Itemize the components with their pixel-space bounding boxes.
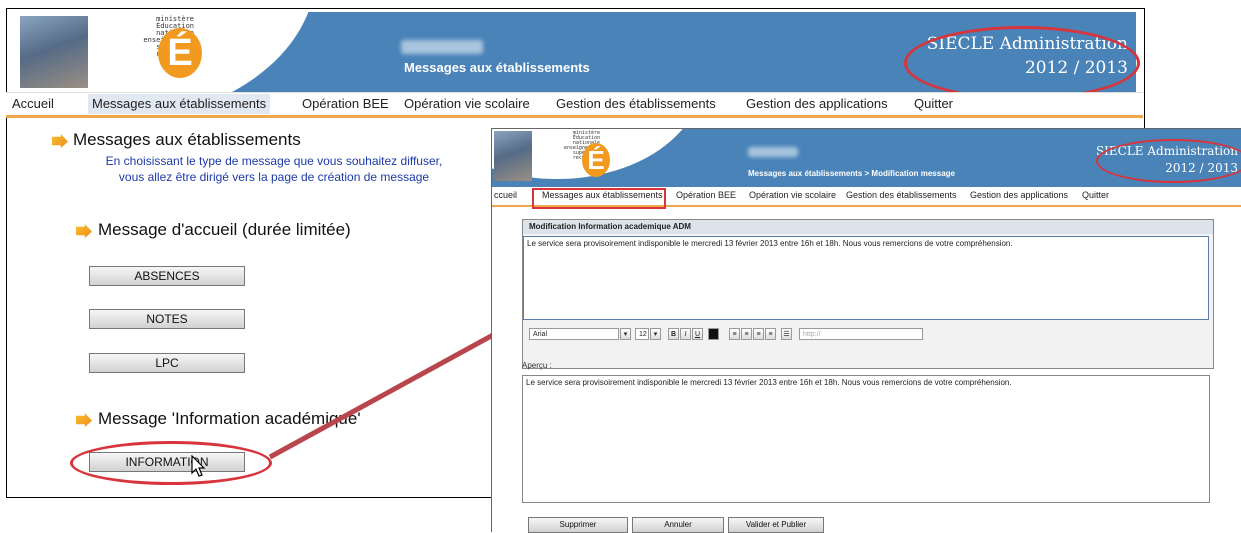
notes-button[interactable]: NOTES [89, 309, 245, 329]
annotation-box-messages [532, 188, 666, 209]
menu-item-operation-bee[interactable]: Opération BEE [302, 96, 389, 111]
edit-panel: Modification Information academique ADM … [522, 219, 1214, 369]
underline-button[interactable]: U [692, 328, 703, 340]
menu2-item-etablissements[interactable]: Gestion des établissements [846, 190, 957, 200]
menu2-item-quitter[interactable]: Quitter [1082, 190, 1109, 200]
intro-line-1: En choisissant le type de message que vo… [105, 154, 443, 168]
ministry-logo-icon: É [158, 28, 202, 78]
align-left-icon[interactable]: ≡ [729, 328, 740, 340]
annotation-ellipse-header-small [1096, 139, 1241, 183]
menu2-item-vie-scolaire[interactable]: Opération vie scolaire [749, 190, 836, 200]
align-right-icon[interactable]: ≡ [753, 328, 764, 340]
header-photo-small [494, 131, 532, 181]
mouse-cursor-icon [191, 455, 206, 477]
align-center-icon[interactable]: ≡ [741, 328, 752, 340]
menu-item-etablissements[interactable]: Gestion des établissements [556, 96, 716, 111]
preview-area: Le service sera provisoirement indisponi… [522, 375, 1210, 503]
header-title: Messages aux établissements [404, 60, 590, 75]
intro-line-2: vous allez être dirigé vers la page de c… [118, 170, 430, 184]
lpc-button[interactable]: LPC [89, 353, 245, 373]
menu2-item-operation-bee[interactable]: Opération BEE [676, 190, 736, 200]
page-title: Messages aux établissements [73, 130, 301, 149]
menu-item-accueil[interactable]: Accueil [12, 96, 54, 111]
welcome-section-title: Message d'accueil (durée limitée) [98, 220, 351, 239]
color-picker-icon[interactable] [708, 328, 719, 340]
menu-item-applications[interactable]: Gestion des applications [746, 96, 888, 111]
edit-panel-title: Modification Information academique ADM [523, 220, 1213, 234]
annotation-ellipse-header [904, 26, 1140, 100]
menu-item-quitter[interactable]: Quitter [914, 96, 953, 111]
font-select[interactable]: Arial [529, 328, 619, 340]
italic-button[interactable]: I [680, 328, 691, 340]
menu-item-vie-scolaire[interactable]: Opération vie scolaire [404, 96, 530, 111]
ministry-logo-icon-small: É [582, 143, 610, 177]
size-select[interactable]: 12 [635, 328, 649, 340]
absences-button[interactable]: ABSENCES [89, 266, 245, 286]
main-menu: Accueil Messages aux établissements Opér… [6, 92, 1143, 118]
menu2-item-accueil[interactable]: ccueil [494, 190, 517, 200]
align-justify-icon[interactable]: ≡ [765, 328, 776, 340]
menu-item-messages[interactable]: Messages aux établissements [88, 94, 271, 114]
link-input[interactable]: http:// [799, 328, 923, 340]
annotation-ellipse-information [70, 441, 272, 485]
header-photo [20, 16, 88, 88]
preview-label: Aperçu : [522, 361, 552, 370]
modification-window: ministère Éducation nationale enseigneme… [491, 128, 1241, 533]
size-dropdown-icon[interactable]: ▾ [650, 328, 661, 340]
message-editor[interactable]: Le service sera provisoirement indisponi… [523, 236, 1209, 320]
modification-header-title: Messages aux établissements > Modificati… [748, 169, 955, 178]
blurred-user-name-small [748, 147, 798, 157]
font-dropdown-icon[interactable]: ▾ [620, 328, 631, 340]
menu2-item-applications[interactable]: Gestion des applications [970, 190, 1068, 200]
blurred-user-name [401, 40, 483, 54]
list-icon[interactable]: ☰ [781, 328, 792, 340]
bold-button[interactable]: B [668, 328, 679, 340]
